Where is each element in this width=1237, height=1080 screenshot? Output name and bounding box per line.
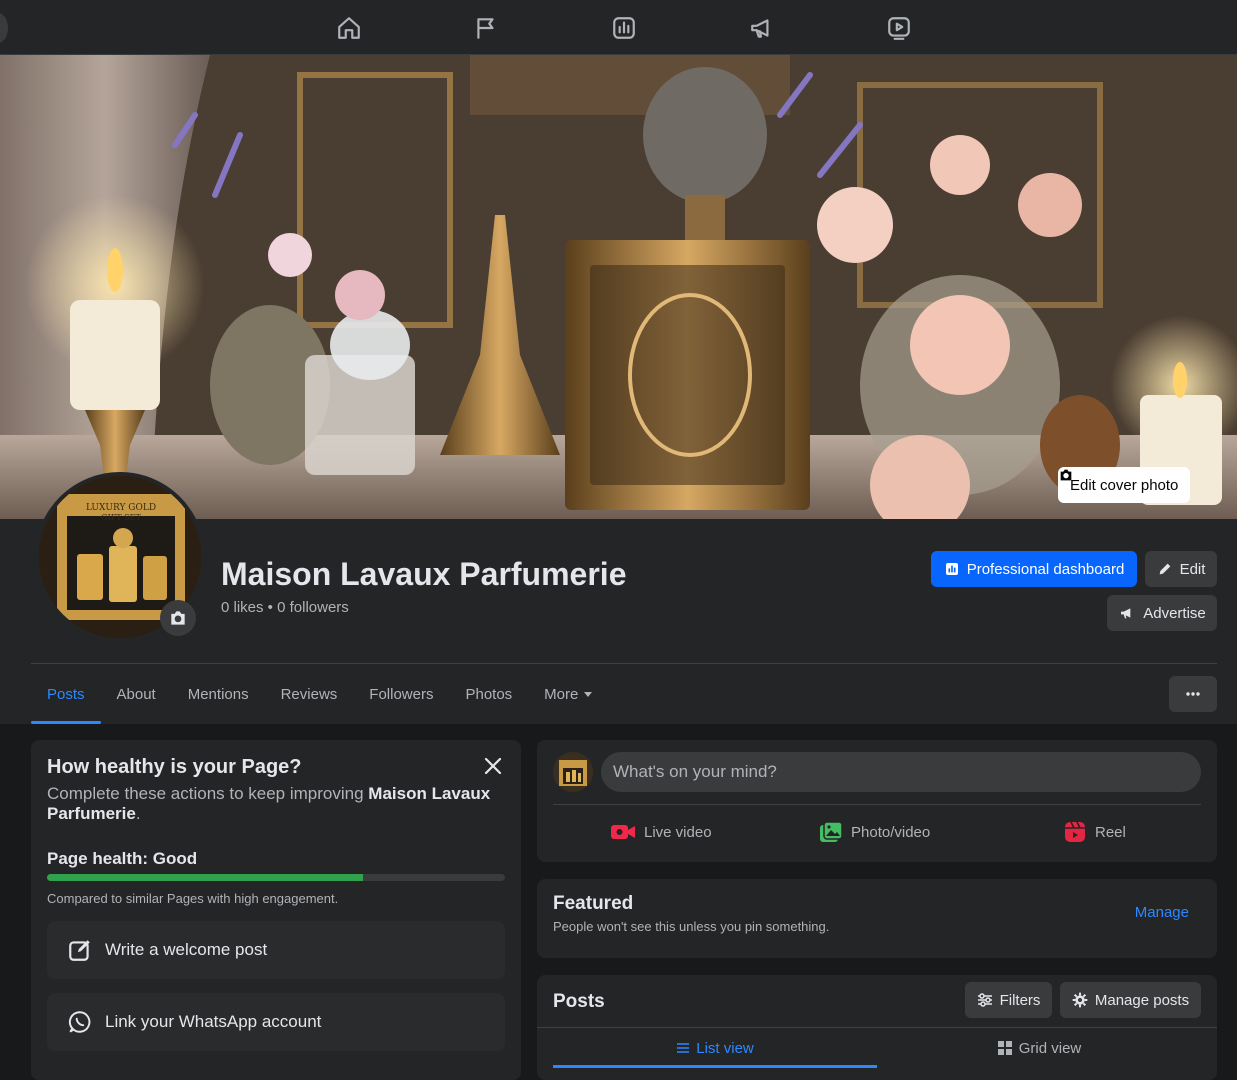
insights-icon[interactable]	[610, 14, 638, 42]
write-welcome-post-action[interactable]: Write a welcome post	[47, 921, 505, 979]
featured-title: Featured	[553, 893, 634, 914]
tab-reviews-label: Reviews	[280, 685, 338, 703]
tab-photos[interactable]: Photos	[449, 664, 528, 724]
link-whatsapp-action[interactable]: Link your WhatsApp account	[47, 993, 505, 1051]
post-composer: What's on your mind? Live video Photo/vi…	[537, 740, 1217, 862]
health-status: Page health: Good	[47, 849, 198, 868]
featured-card: Featured People won't see this unless yo…	[537, 879, 1217, 958]
tab-posts[interactable]: Posts	[31, 664, 101, 724]
composer-divider	[553, 804, 1201, 805]
posts-card: Posts Filters Manage posts List view Gri…	[537, 975, 1217, 1080]
health-desc-suffix: .	[135, 804, 141, 823]
health-title: How healthy is your Page?	[47, 756, 302, 778]
home-icon[interactable]	[335, 14, 363, 42]
megaphone-icon	[1121, 608, 1131, 619]
tab-followers[interactable]: Followers	[353, 664, 449, 724]
pencil-icon	[1159, 563, 1170, 575]
health-progress-bar	[47, 874, 505, 881]
megaphone-icon[interactable]	[748, 14, 776, 42]
avatar-text-line2: GIFT SET	[101, 513, 141, 522]
list-view-label: List view	[696, 1039, 754, 1057]
reel-button[interactable]: Reel	[1063, 816, 1126, 848]
health-comparison: Compared to similar Pages with high enga…	[47, 891, 339, 906]
avatar-camera-button[interactable]	[160, 600, 196, 636]
live-video-label: Live video	[644, 823, 712, 841]
health-description: Complete these actions to keep improving…	[47, 784, 497, 824]
photo-video-button[interactable]: Photo/video	[819, 816, 930, 848]
tab-more[interactable]: More	[528, 664, 608, 724]
list-view-tab[interactable]: List view	[553, 1028, 877, 1068]
tab-mentions[interactable]: Mentions	[172, 664, 265, 724]
page-health-card: How healthy is your Page? Complete these…	[31, 740, 521, 1080]
ellipsis-icon	[1186, 692, 1200, 696]
manage-featured-link[interactable]: Manage	[1135, 904, 1189, 921]
avatar-text-line1: LUXURY GOLD	[86, 503, 156, 513]
flag-icon[interactable]	[472, 14, 500, 42]
tab-posts-label: Posts	[47, 685, 85, 703]
live-video-icon	[611, 825, 635, 839]
camera-icon	[1060, 469, 1072, 481]
photo-icon	[820, 821, 843, 842]
whats-on-your-mind-input[interactable]: What's on your mind?	[601, 752, 1201, 792]
whatsapp-icon	[68, 1011, 91, 1033]
photo-video-label: Photo/video	[851, 823, 931, 841]
gear-icon	[1072, 992, 1088, 1008]
reel-label: Reel	[1095, 823, 1126, 841]
cover-photo[interactable]: Edit cover photo	[0, 55, 1237, 519]
professional-dashboard-button[interactable]: Professional dashboard	[931, 551, 1137, 587]
posts-title: Posts	[553, 991, 605, 1012]
filters-icon	[977, 993, 992, 1007]
health-desc-prefix: Complete these actions to keep improving	[47, 784, 369, 803]
cover-illustration	[0, 55, 1237, 519]
close-icon[interactable]	[481, 754, 505, 778]
composer-avatar[interactable]	[553, 752, 593, 792]
live-video-button[interactable]: Live video	[610, 816, 712, 848]
manage-posts-button[interactable]: Manage posts	[1060, 982, 1201, 1018]
edit-cover-label: Edit cover photo	[1070, 476, 1179, 494]
caret-down-icon	[584, 691, 593, 697]
video-icon[interactable]	[885, 14, 913, 42]
insights-icon	[945, 563, 958, 575]
edit-label: Edit	[1179, 560, 1206, 578]
health-progress-fill	[47, 874, 364, 881]
advertise-button[interactable]: Advertise	[1107, 595, 1217, 631]
edit-button[interactable]: Edit	[1145, 551, 1217, 587]
grid-icon	[997, 1041, 1012, 1055]
manage-posts-label: Manage posts	[1094, 991, 1190, 1009]
edit-cover-photo-button[interactable]: Edit cover photo	[1058, 467, 1191, 503]
advertise-label: Advertise	[1143, 604, 1206, 622]
tab-mentions-label: Mentions	[187, 685, 249, 703]
professional-dashboard-label: Professional dashboard	[966, 560, 1125, 578]
link-whatsapp-label: Link your WhatsApp account	[105, 1012, 322, 1031]
grid-view-label: Grid view	[1018, 1039, 1082, 1057]
page-title: Maison Lavaux Parfumerie	[221, 556, 627, 592]
tab-followers-label: Followers	[369, 685, 434, 703]
composer-avatar-image	[553, 752, 593, 792]
camera-icon	[171, 611, 185, 625]
top-navigation	[0, 0, 1237, 55]
account-avatar-edge[interactable]	[0, 13, 8, 43]
reel-icon	[1065, 821, 1085, 842]
list-icon	[677, 1043, 690, 1053]
tab-more-label: More	[544, 685, 579, 703]
write-welcome-post-label: Write a welcome post	[105, 940, 268, 959]
filters-button[interactable]: Filters	[965, 982, 1052, 1018]
tab-about-label: About	[116, 685, 156, 703]
grid-view-tab[interactable]: Grid view	[877, 1028, 1201, 1068]
compose-icon	[69, 940, 90, 961]
tab-reviews[interactable]: Reviews	[265, 664, 354, 724]
page-tabs: Posts About Mentions Reviews Followers P…	[31, 664, 608, 724]
featured-subtitle: People won't see this unless you pin som…	[553, 919, 830, 934]
tab-about[interactable]: About	[101, 664, 172, 724]
filters-label: Filters	[999, 991, 1041, 1009]
tab-photos-label: Photos	[465, 685, 513, 703]
page-stats[interactable]: 0 likes • 0 followers	[221, 599, 349, 616]
more-options-button[interactable]	[1169, 676, 1217, 712]
